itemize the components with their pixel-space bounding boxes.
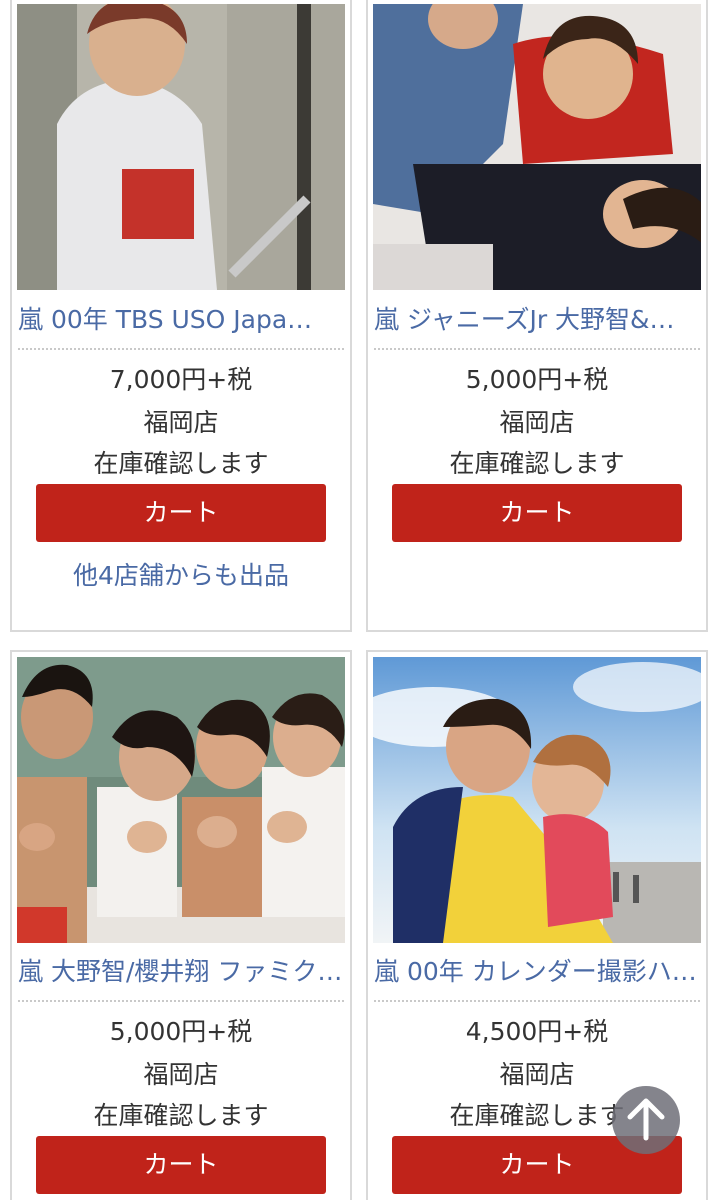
product-store: 福岡店 (143, 1060, 219, 1089)
product-photo-image (373, 657, 701, 943)
product-photo[interactable] (373, 4, 701, 290)
product-price: 5,000円+税 (465, 365, 609, 394)
add-to-cart-button[interactable]: カート (36, 1136, 326, 1194)
product-card: 嵐 ジャニーズJr 大野智&… 5,000円+税 福岡店 在庫確認します カート (366, 0, 708, 632)
arrow-up-icon (627, 1098, 665, 1141)
product-title[interactable]: 嵐 大野智/櫻井翔 ファミク… (18, 944, 344, 1002)
product-store: 福岡店 (499, 408, 575, 437)
product-grid: 嵐 00年 TBS USO Japa… 7,000円+税 福岡店 在庫確認します… (0, 0, 717, 1200)
product-title[interactable]: 嵐 00年 TBS USO Japa… (18, 292, 344, 350)
add-to-cart-button[interactable]: カート (392, 484, 682, 542)
product-price: 4,500円+税 (465, 1017, 609, 1046)
add-to-cart-button[interactable]: カート (36, 484, 326, 542)
product-card: 嵐 大野智/櫻井翔 ファミク… 5,000円+税 福岡店 在庫確認します カート (10, 650, 352, 1200)
scroll-to-top-button[interactable] (612, 1086, 680, 1154)
product-store: 福岡店 (143, 408, 219, 437)
product-photo[interactable] (17, 657, 345, 943)
product-photo[interactable] (373, 657, 701, 943)
product-price: 7,000円+税 (109, 365, 253, 394)
product-stock-status: 在庫確認します (449, 449, 625, 478)
product-stock-status: 在庫確認します (93, 1101, 269, 1130)
product-title[interactable]: 嵐 00年 カレンダー撮影ハ… (374, 944, 700, 1002)
product-photo-image (373, 4, 701, 290)
product-photo-image (17, 4, 345, 290)
product-card: 嵐 00年 TBS USO Japa… 7,000円+税 福岡店 在庫確認します… (10, 0, 352, 632)
product-stock-status: 在庫確認します (93, 449, 269, 478)
other-stores-link[interactable]: 他4店舗からも出品 (12, 556, 350, 592)
product-photo[interactable] (17, 4, 345, 290)
product-price: 5,000円+税 (109, 1017, 253, 1046)
product-photo-image (17, 657, 345, 943)
product-title[interactable]: 嵐 ジャニーズJr 大野智&… (374, 292, 700, 350)
